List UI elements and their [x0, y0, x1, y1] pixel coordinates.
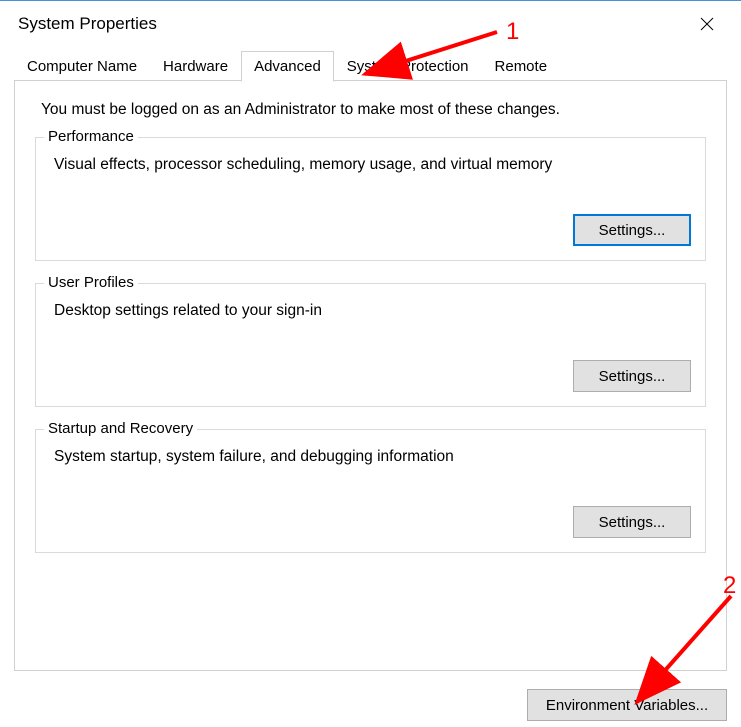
startup-recovery-group-title: Startup and Recovery — [44, 420, 197, 437]
titlebar: System Properties — [0, 1, 741, 47]
performance-group-desc: Visual effects, processor scheduling, me… — [50, 156, 691, 174]
tab-strip: Computer Name Hardware Advanced System P… — [0, 47, 741, 81]
user-profiles-button-row: Settings... — [50, 360, 691, 392]
annotation-label-2: 2 — [723, 572, 736, 600]
user-profiles-group-desc: Desktop settings related to your sign-in — [50, 302, 691, 320]
performance-group: Performance Visual effects, processor sc… — [35, 137, 706, 261]
close-icon — [700, 17, 714, 31]
user-profiles-settings-button[interactable]: Settings... — [573, 360, 691, 392]
tab-computer-name[interactable]: Computer Name — [14, 51, 150, 81]
window-title: System Properties — [18, 14, 157, 34]
startup-recovery-group: Startup and Recovery System startup, sys… — [35, 429, 706, 553]
footer-button-row: Environment Variables... — [14, 689, 727, 721]
performance-group-title: Performance — [44, 128, 138, 145]
user-profiles-group-title: User Profiles — [44, 274, 138, 291]
user-profiles-group: User Profiles Desktop settings related t… — [35, 283, 706, 407]
environment-variables-button[interactable]: Environment Variables... — [527, 689, 727, 721]
performance-button-row: Settings... — [50, 214, 691, 246]
tab-system-protection[interactable]: System Protection — [334, 51, 482, 81]
startup-recovery-button-row: Settings... — [50, 506, 691, 538]
system-properties-window: System Properties Computer Name Hardware… — [0, 0, 741, 727]
tab-remote[interactable]: Remote — [482, 51, 561, 81]
performance-settings-button[interactable]: Settings... — [573, 214, 691, 246]
startup-recovery-group-desc: System startup, system failure, and debu… — [50, 448, 691, 466]
tab-advanced[interactable]: Advanced — [241, 51, 334, 82]
tab-hardware[interactable]: Hardware — [150, 51, 241, 81]
advanced-tab-panel: You must be logged on as an Administrato… — [14, 81, 727, 671]
annotation-label-1: 1 — [506, 18, 519, 46]
startup-recovery-settings-button[interactable]: Settings... — [573, 506, 691, 538]
admin-notice: You must be logged on as an Administrato… — [35, 101, 706, 119]
close-button[interactable] — [689, 6, 725, 42]
